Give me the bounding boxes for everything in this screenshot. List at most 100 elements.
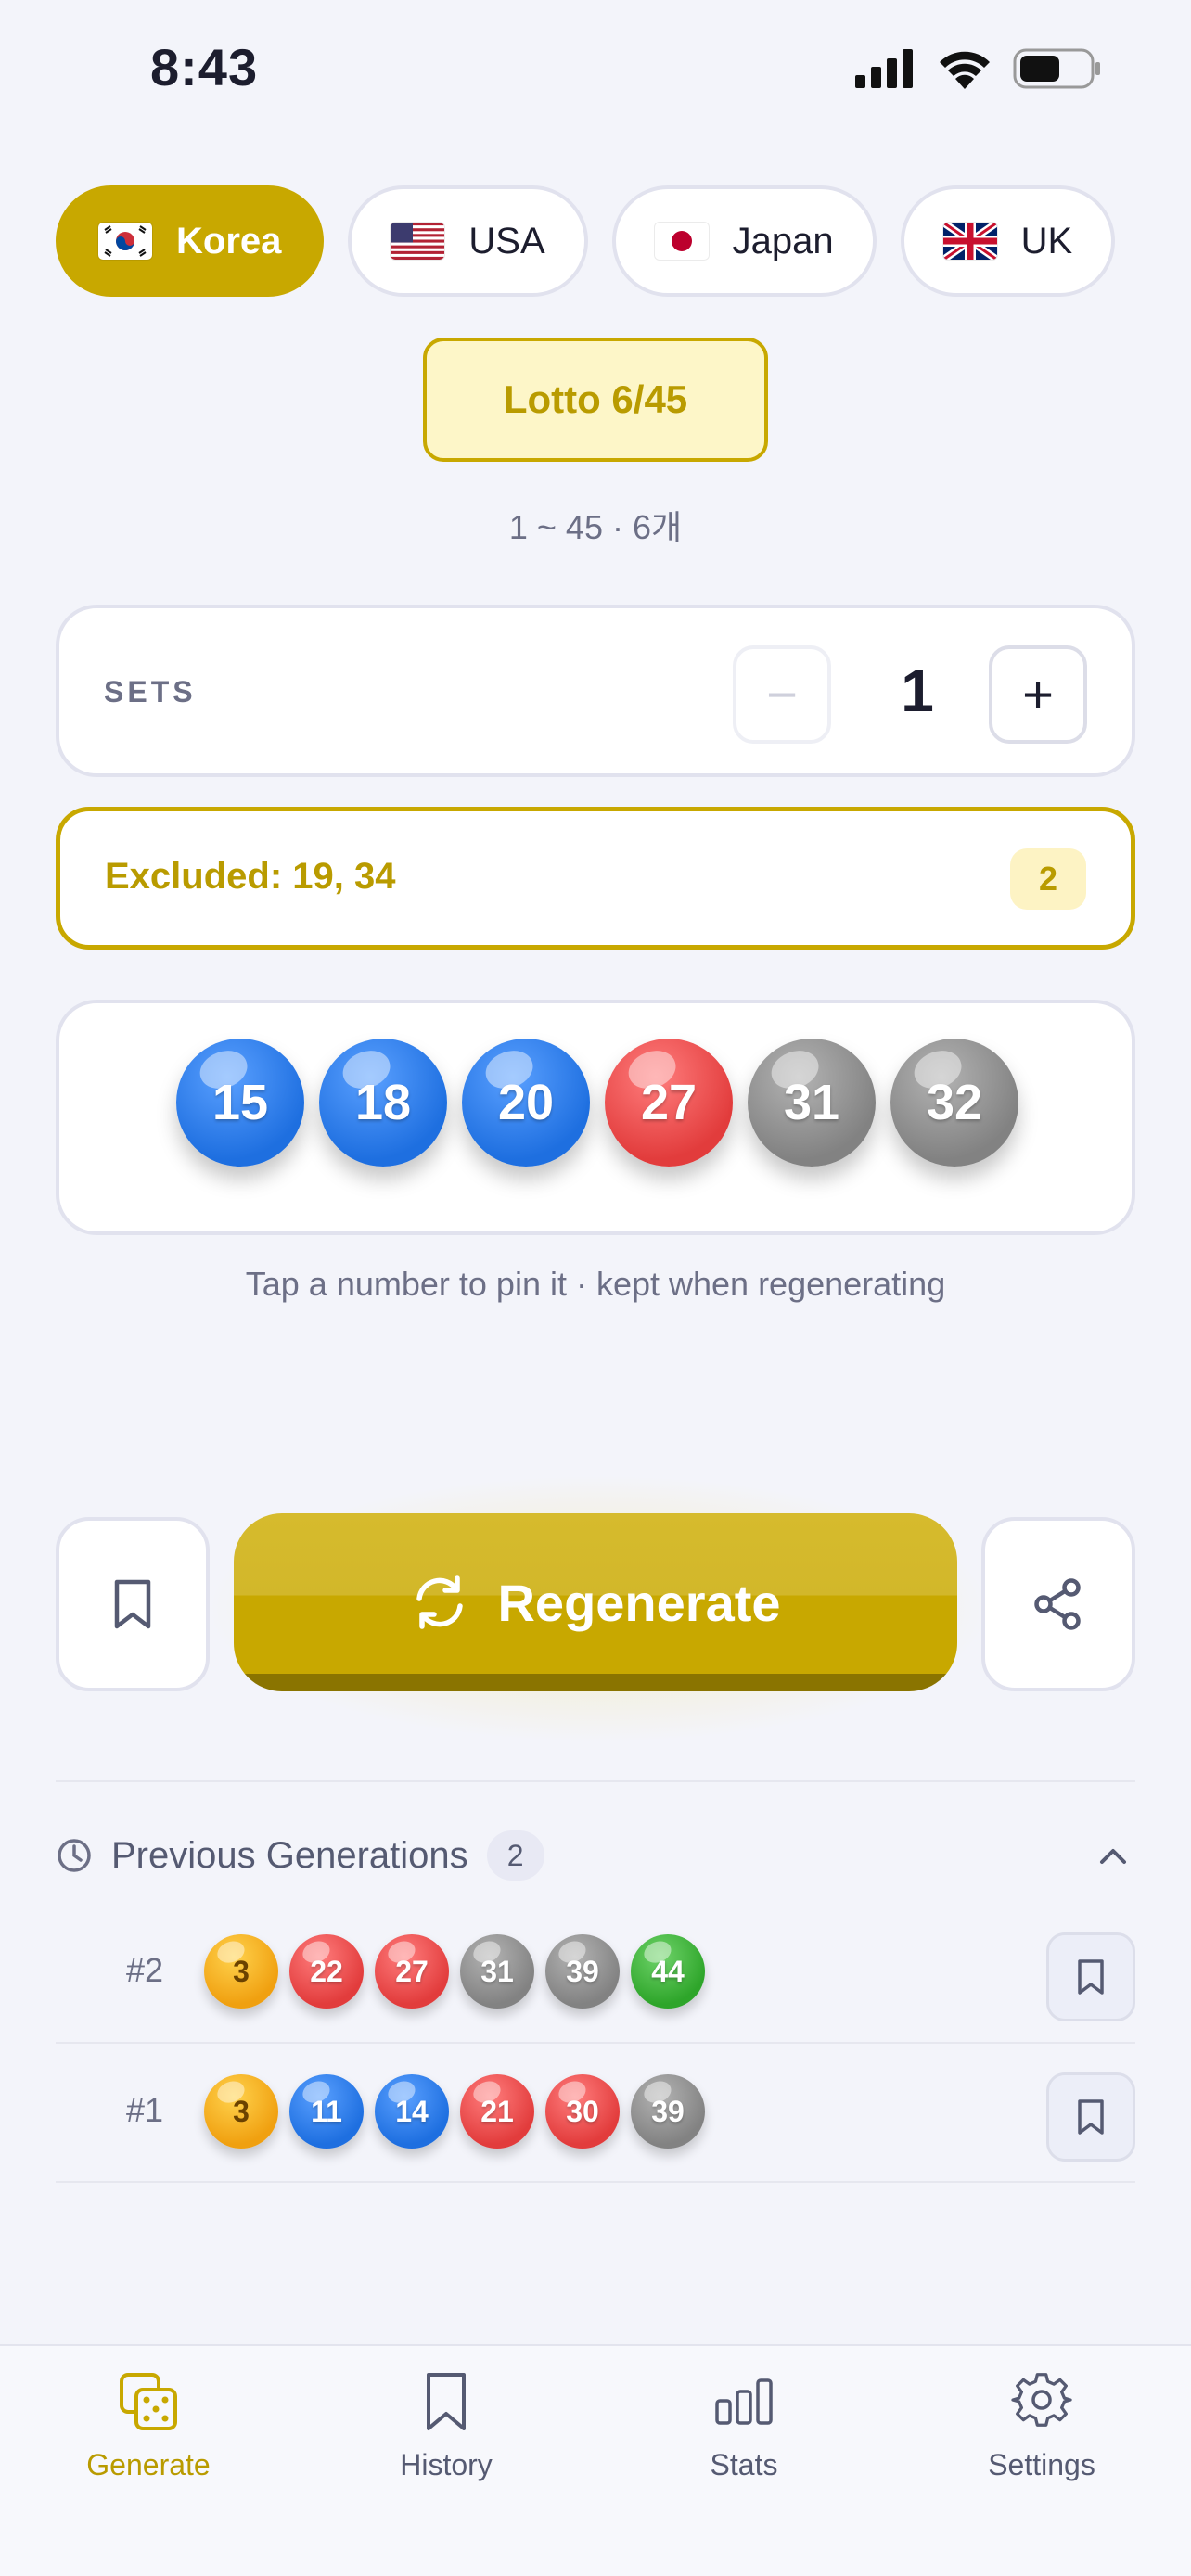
bookmark-icon: [423, 2366, 469, 2437]
ball-number: 39: [566, 1954, 599, 1988]
refresh-icon: [416, 1575, 464, 1629]
history-count-badge: 2: [486, 1830, 544, 1881]
jp-flag-icon: [654, 223, 709, 260]
tab-label: History: [400, 2448, 493, 2481]
bottom-tab-bar: Generate History Stats Settings: [0, 2344, 1191, 2576]
kr-flag-icon: [98, 223, 152, 260]
ball-number: 22: [310, 1954, 343, 1988]
ball-number: 3: [233, 1954, 250, 1988]
ball-number: 27: [395, 1954, 429, 1988]
bookmark-icon: [1078, 1959, 1104, 1995]
clock-icon: [58, 1839, 91, 1872]
tab-settings[interactable]: Settings: [930, 2366, 1153, 2515]
ball-number: 30: [566, 2094, 599, 2128]
sets-decrement-button[interactable]: −: [733, 645, 831, 744]
wifi-icon: [940, 51, 990, 89]
pin-hint-text: Tap a number to pin it · kept when regen…: [245, 1265, 946, 1303]
number-ball: 27: [375, 1934, 449, 2009]
history-row-label: #2: [125, 1951, 163, 1989]
game-range-text: 1 ~ 45 · 6개: [508, 508, 683, 546]
bookmark-icon: [1078, 2099, 1104, 2135]
history-bookmark-button[interactable]: [1046, 2072, 1135, 2162]
country-tab-usa[interactable]: USA: [348, 185, 588, 297]
number-ball: 14: [375, 2074, 449, 2149]
number-ball[interactable]: 20: [462, 1039, 590, 1167]
sets-label: SETS: [104, 675, 197, 708]
generated-numbers-card: 15 18 20 27 31 32: [56, 1000, 1135, 1235]
number-ball[interactable]: 31: [748, 1039, 876, 1167]
country-tab-uk[interactable]: UK: [900, 185, 1116, 297]
chevron-up-icon[interactable]: [1095, 1838, 1132, 1875]
ball-number: 31: [783, 1075, 840, 1130]
ball-number: 14: [395, 2094, 429, 2128]
divider: [56, 2181, 1135, 2183]
history-balls: 3 22 27 31 39 44: [204, 1934, 705, 2009]
number-ball: 39: [545, 1934, 620, 2009]
excluded-numbers-text: Excluded: 19, 34: [105, 856, 396, 897]
regenerate-button[interactable]: Regenerate: [234, 1513, 957, 1691]
game-type-pill[interactable]: Lotto 6/45: [423, 338, 768, 462]
excluded-numbers-card[interactable]: Excluded: 19, 34 2: [56, 807, 1135, 950]
gear-icon: [1011, 2366, 1072, 2437]
status-bar: 8:43: [0, 0, 1191, 139]
tab-label: Generate: [86, 2448, 211, 2481]
ball-number: 3: [233, 2094, 250, 2128]
ball-number: 39: [651, 2094, 685, 2128]
ball-number: 21: [480, 2094, 514, 2128]
number-ball[interactable]: 18: [319, 1039, 447, 1167]
tab-label: Settings: [988, 2448, 1095, 2481]
number-ball: 3: [204, 1934, 278, 2009]
sets-increment-button[interactable]: +: [989, 645, 1087, 744]
country-label: Japan: [732, 220, 834, 261]
dice-icon: [118, 2366, 179, 2437]
ball-number: 11: [311, 2094, 342, 2128]
history-row: #2 3 22 27 31 39 44: [56, 1903, 1135, 2042]
excluded-count-badge: 2: [1010, 848, 1086, 910]
country-label: Korea: [176, 220, 282, 261]
history-balls: 3 11 14 21 30 39: [204, 2074, 705, 2149]
number-ball: 22: [289, 1934, 364, 2009]
country-tabs: Korea USA Japan UK: [56, 185, 1135, 300]
battery-icon: [1013, 48, 1100, 89]
ball-number: 15: [211, 1075, 269, 1130]
number-ball[interactable]: 15: [176, 1039, 304, 1167]
status-time: 8:43: [150, 38, 259, 96]
bookmark-icon: [114, 1579, 151, 1629]
number-ball[interactable]: 27: [605, 1039, 733, 1167]
number-ball: 30: [545, 2074, 620, 2149]
number-ball: 31: [460, 1934, 534, 2009]
tab-generate[interactable]: Generate: [37, 2366, 260, 2515]
country-label: UK: [1020, 220, 1073, 261]
ball-number: 18: [354, 1075, 412, 1130]
regenerate-label: Regenerate: [497, 1573, 781, 1632]
history-row-label: #1: [125, 2091, 163, 2129]
divider: [56, 1780, 1135, 1782]
sets-card: SETS − 1 +: [56, 605, 1135, 777]
share-icon: [1034, 1578, 1081, 1630]
ball-number: 27: [640, 1075, 698, 1130]
number-ball: 21: [460, 2074, 534, 2149]
history-header[interactable]: Previous Generations 2: [56, 1823, 1135, 1888]
share-button[interactable]: [981, 1517, 1135, 1691]
tab-history[interactable]: History: [335, 2366, 557, 2515]
number-ball: 39: [631, 2074, 705, 2149]
country-label: USA: [468, 220, 545, 261]
country-tab-korea[interactable]: Korea: [56, 185, 325, 297]
uk-flag-icon: [942, 223, 997, 260]
tab-stats[interactable]: Stats: [633, 2366, 855, 2515]
generated-numbers-row: 15 18 20 27 31 32: [176, 1039, 1018, 1167]
number-ball[interactable]: 32: [890, 1039, 1018, 1167]
country-tab-japan[interactable]: Japan: [611, 185, 877, 297]
tab-label: Stats: [710, 2448, 778, 2481]
us-flag-icon: [391, 223, 445, 260]
status-icons: [855, 48, 1102, 89]
ball-number: 32: [926, 1075, 983, 1130]
ball-number: 31: [480, 1954, 514, 1988]
save-bookmark-button[interactable]: [56, 1517, 210, 1691]
history-row: #1 3 11 14 21 30 39: [56, 2043, 1135, 2182]
ball-number: 20: [497, 1075, 555, 1130]
number-ball: 11: [289, 2074, 364, 2149]
signal-icon: [855, 49, 913, 88]
number-ball: 3: [204, 2074, 278, 2149]
history-bookmark-button[interactable]: [1046, 1932, 1135, 2021]
